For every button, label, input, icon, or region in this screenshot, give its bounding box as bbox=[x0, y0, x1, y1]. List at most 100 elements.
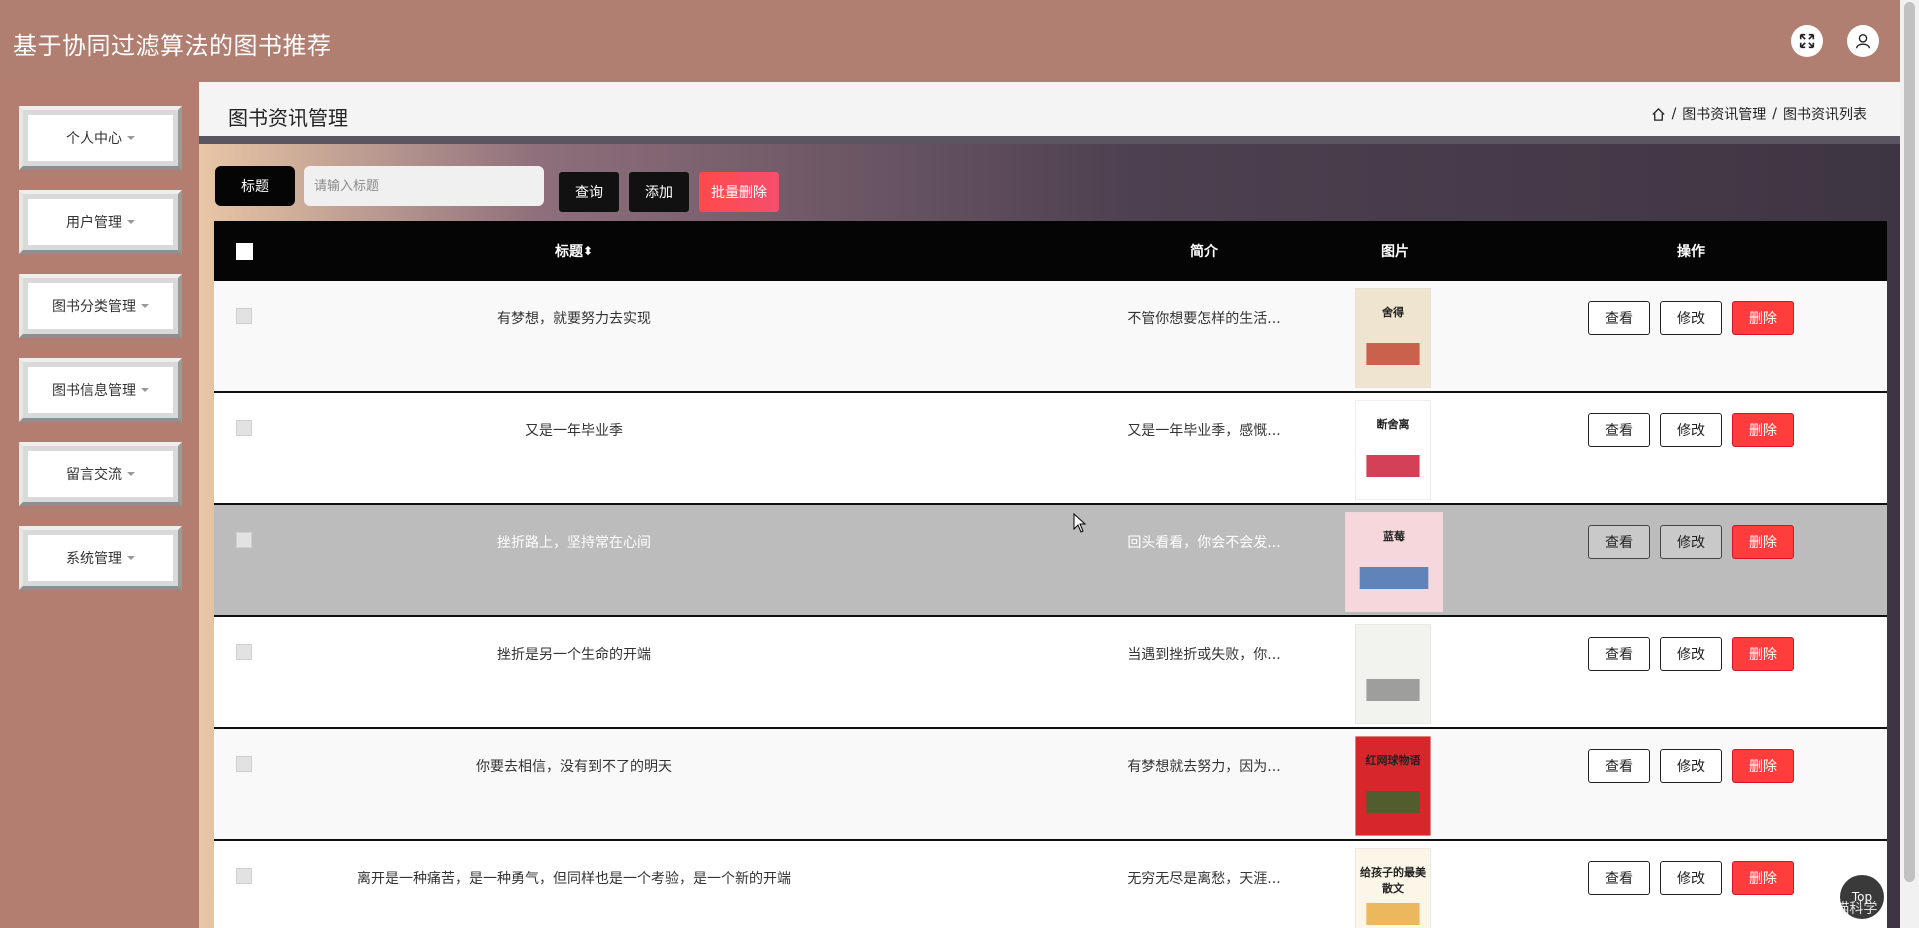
caret-down-icon bbox=[127, 556, 135, 560]
table-row: 有梦想，就要努力去实现 不管你想要怎样的生活... 舍得 查看 修改 删除 bbox=[214, 281, 1887, 393]
delete-button[interactable]: 删除 bbox=[1732, 861, 1794, 895]
row-title: 离开是一种痛苦，是一种勇气，但同样也是一个考验，是一个新的开端 bbox=[357, 871, 791, 887]
page-title: 图书资讯管理 bbox=[228, 106, 348, 130]
sidebar-item-label: 图书分类管理 bbox=[52, 299, 136, 315]
sidebar-item-label: 个人中心 bbox=[66, 131, 122, 147]
watermark: CSDN @升瞄科学 bbox=[1763, 901, 1878, 917]
select-all-checkbox[interactable] bbox=[236, 243, 253, 260]
row-intro: 无穷无尽是离愁，天涯... bbox=[1127, 871, 1281, 887]
row-intro: 又是一年毕业季，感慨... bbox=[1127, 423, 1281, 439]
fullscreen-icon bbox=[1799, 33, 1815, 49]
row-checkbox[interactable] bbox=[236, 308, 252, 324]
view-button[interactable]: 查看 bbox=[1588, 301, 1650, 335]
sidebar-item-user-management[interactable]: 用户管理 bbox=[19, 190, 182, 254]
book-cover-text: 给孩子的最美散文 bbox=[1360, 866, 1426, 895]
edit-button[interactable]: 修改 bbox=[1660, 749, 1722, 783]
view-button[interactable]: 查看 bbox=[1588, 749, 1650, 783]
row-checkbox[interactable] bbox=[236, 868, 252, 884]
row-title: 有梦想，就要努力去实现 bbox=[497, 311, 651, 327]
row-checkbox[interactable] bbox=[236, 756, 252, 772]
row-actions: 查看 修改 删除 bbox=[1588, 637, 1794, 671]
home-icon[interactable] bbox=[1651, 107, 1666, 122]
breadcrumb: / 图书资讯管理 / 图书资讯列表 bbox=[1651, 104, 1867, 124]
sort-icon[interactable]: ⬍ bbox=[583, 244, 593, 258]
edit-button[interactable]: 修改 bbox=[1660, 413, 1722, 447]
fullscreen-button[interactable] bbox=[1791, 25, 1823, 57]
row-actions: 查看 修改 删除 bbox=[1588, 749, 1794, 783]
table-row: 挫折路上，坚持常在心间 回头看看，你会不会发... 蓝莓 查看 修改 删除 bbox=[214, 505, 1887, 617]
delete-button[interactable]: 删除 bbox=[1732, 301, 1794, 335]
table-row: 你要去相信，没有到不了的明天 有梦想就去努力，因为... 红网球物语 查看 修改… bbox=[214, 729, 1887, 841]
breadcrumb-separator: / bbox=[1772, 106, 1777, 122]
edit-button[interactable]: 修改 bbox=[1660, 637, 1722, 671]
breadcrumb-separator: / bbox=[1671, 106, 1677, 122]
edit-button[interactable]: 修改 bbox=[1660, 301, 1722, 335]
book-cover-image: 断舍离 bbox=[1354, 399, 1432, 501]
delete-button[interactable]: 删除 bbox=[1732, 749, 1794, 783]
table-body: 有梦想，就要努力去实现 不管你想要怎样的生活... 舍得 查看 修改 删除 又是… bbox=[214, 281, 1887, 928]
view-button[interactable]: 查看 bbox=[1588, 637, 1650, 671]
caret-down-icon bbox=[141, 304, 149, 308]
sidebar-item-book-info[interactable]: 图书信息管理 bbox=[19, 358, 182, 422]
sidebar-item-personal-center[interactable]: 个人中心 bbox=[19, 106, 182, 170]
breadcrumb-item[interactable]: 图书资讯管理 bbox=[1682, 104, 1766, 124]
add-button[interactable]: 添加 bbox=[629, 172, 689, 212]
row-intro: 当遇到挫折或失败，你... bbox=[1127, 647, 1281, 663]
header-image: 图片 bbox=[1381, 244, 1409, 260]
row-title: 又是一年毕业季 bbox=[525, 423, 623, 439]
news-table: 标题 ⬍ 简介 图片 操作 有梦想，就要努力去实现 不管你想要怎样的生活... 舍… bbox=[214, 221, 1887, 928]
scroll-thumb[interactable] bbox=[1904, 2, 1915, 882]
row-actions: 查看 修改 删除 bbox=[1588, 413, 1794, 447]
header-title-label: 标题 bbox=[554, 244, 583, 260]
delete-button[interactable]: 删除 bbox=[1732, 413, 1794, 447]
page-scrollbar[interactable] bbox=[1900, 0, 1919, 928]
row-checkbox[interactable] bbox=[236, 644, 252, 660]
user-button[interactable] bbox=[1847, 25, 1879, 57]
edit-button[interactable]: 修改 bbox=[1660, 861, 1722, 895]
view-button[interactable]: 查看 bbox=[1588, 413, 1650, 447]
sidebar-item-label: 留言交流 bbox=[66, 467, 122, 483]
row-intro: 回头看看，你会不会发... bbox=[1127, 535, 1281, 551]
row-intro: 有梦想就去努力，因为... bbox=[1127, 759, 1281, 775]
book-cover-image: 舍得 bbox=[1354, 287, 1432, 389]
view-button[interactable]: 查看 bbox=[1588, 861, 1650, 895]
delete-button[interactable]: 删除 bbox=[1732, 525, 1794, 559]
user-icon bbox=[1856, 34, 1870, 49]
query-button[interactable]: 查询 bbox=[559, 172, 619, 212]
header-ops: 操作 bbox=[1677, 244, 1705, 260]
book-cover-text: 蓝莓 bbox=[1383, 530, 1405, 543]
row-checkbox[interactable] bbox=[236, 532, 252, 548]
book-cover-text: 断舍离 bbox=[1376, 418, 1410, 431]
sidebar-item-system[interactable]: 系统管理 bbox=[19, 526, 182, 590]
sidebar: 个人中心 用户管理 图书分类管理 图书信息管理 留言交流 系统管理 bbox=[0, 82, 199, 928]
caret-down-icon bbox=[127, 136, 135, 140]
header-title[interactable]: 标题 ⬍ bbox=[294, 221, 854, 281]
sidebar-item-label: 图书信息管理 bbox=[52, 383, 136, 399]
caret-down-icon bbox=[127, 472, 135, 476]
search-input[interactable] bbox=[304, 166, 544, 206]
row-actions: 查看 修改 删除 bbox=[1588, 301, 1794, 335]
app-title: 基于协同过滤算法的图书推荐 bbox=[13, 32, 332, 60]
row-actions: 查看 修改 删除 bbox=[1588, 861, 1794, 895]
sidebar-item-book-category[interactable]: 图书分类管理 bbox=[19, 274, 182, 338]
book-cover-text: 红网球物语 bbox=[1365, 754, 1421, 767]
table-row: 又是一年毕业季 又是一年毕业季，感慨... 断舍离 查看 修改 删除 bbox=[214, 393, 1887, 505]
caret-down-icon bbox=[127, 220, 135, 224]
row-intro: 不管你想要怎样的生活... bbox=[1127, 311, 1281, 327]
book-cover-image: 蓝莓 bbox=[1344, 511, 1444, 613]
main-content: 图书资讯管理 / 图书资讯管理 / 图书资讯列表 标题 查询 添加 批量删除 标… bbox=[199, 82, 1900, 928]
row-title: 挫折路上，坚持常在心间 bbox=[497, 535, 651, 551]
row-checkbox[interactable] bbox=[236, 420, 252, 436]
sidebar-item-messages[interactable]: 留言交流 bbox=[19, 442, 182, 506]
view-button[interactable]: 查看 bbox=[1588, 525, 1650, 559]
book-cover-image bbox=[1354, 623, 1432, 725]
row-title: 你要去相信，没有到不了的明天 bbox=[476, 759, 672, 775]
delete-button[interactable]: 删除 bbox=[1732, 637, 1794, 671]
caret-down-icon bbox=[141, 388, 149, 392]
book-cover-image: 红网球物语 bbox=[1354, 735, 1432, 837]
search-label: 标题 bbox=[215, 166, 295, 206]
batch-delete-button[interactable]: 批量删除 bbox=[699, 172, 779, 212]
mouse-cursor-icon bbox=[1073, 513, 1087, 533]
header-intro: 简介 bbox=[1190, 244, 1218, 260]
edit-button[interactable]: 修改 bbox=[1660, 525, 1722, 559]
